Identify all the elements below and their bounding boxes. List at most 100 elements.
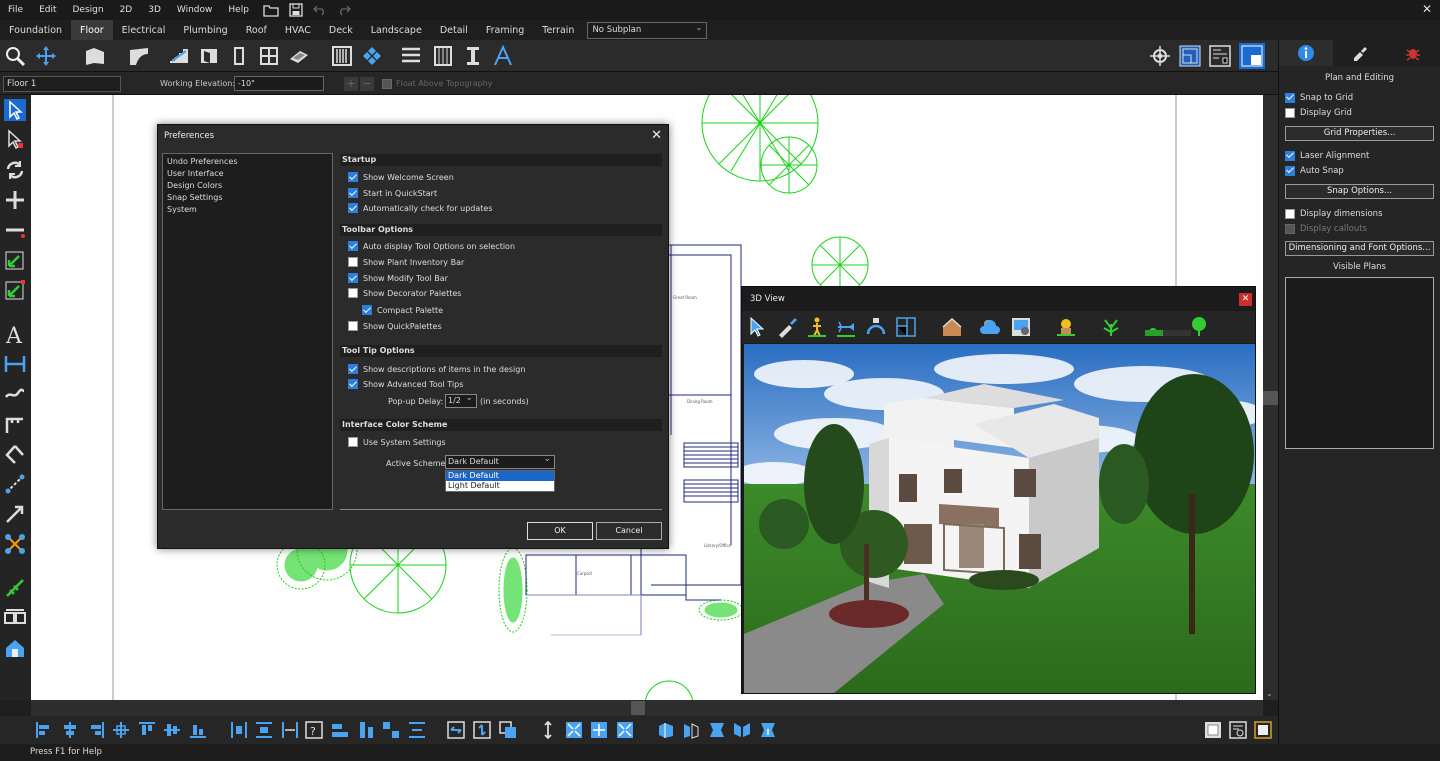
tab-hvac[interactable]: HVAC — [276, 20, 320, 40]
auto-display-checkbox[interactable] — [348, 241, 358, 251]
tree-undo-preferences[interactable]: Undo Preferences — [167, 156, 328, 168]
vertical-scrollbar[interactable]: ⌄ — [1263, 95, 1278, 700]
align-left-icon[interactable] — [35, 721, 53, 739]
house-info-icon[interactable] — [4, 637, 26, 659]
tree-system[interactable]: System — [167, 204, 328, 216]
active-scheme-select[interactable]: Dark Default — [445, 453, 555, 469]
fullscreen-icon[interactable] — [1254, 721, 1272, 739]
resize-in-icon[interactable] — [565, 721, 583, 739]
wall-icon[interactable] — [84, 45, 106, 67]
tab-floor[interactable]: Floor — [71, 20, 113, 40]
resize-out-icon[interactable] — [616, 721, 634, 739]
weather-icon[interactable] — [980, 316, 1002, 338]
plants-icon[interactable] — [4, 577, 26, 599]
room-icon[interactable] — [128, 45, 150, 67]
opt-quickpalettes[interactable]: Show QuickPalettes — [348, 321, 442, 331]
hscroll-thumb[interactable] — [631, 701, 645, 715]
window-swing-icon[interactable] — [733, 721, 751, 739]
snap-to-grid-checkbox[interactable] — [1285, 92, 1295, 103]
shelf-icon[interactable] — [400, 45, 422, 67]
dialog-close-icon[interactable]: ✕ — [651, 125, 662, 147]
opt-modify-toolbar[interactable]: Show Modify Tool Bar — [348, 273, 448, 283]
decorator-checkbox[interactable] — [348, 288, 358, 298]
distribute-h-icon[interactable] — [230, 721, 248, 739]
grid-properties-button[interactable]: Grid Properties... — [1285, 126, 1434, 141]
group-icon[interactable] — [657, 721, 675, 739]
tree-user-interface[interactable]: User Interface — [167, 168, 328, 180]
snap-to-grid-row[interactable]: Snap to Grid — [1279, 90, 1440, 105]
snap-options-button[interactable]: Snap Options... — [1285, 184, 1434, 199]
opt-show-welcome[interactable]: Show Welcome Screen — [348, 172, 454, 182]
text-icon[interactable]: A — [4, 323, 26, 345]
measure-icon[interactable] — [4, 383, 26, 405]
align-center-v-icon[interactable] — [61, 721, 79, 739]
flip-v-icon[interactable] — [473, 721, 491, 739]
laser-alignment-checkbox[interactable] — [1285, 150, 1295, 161]
node-edit-icon[interactable] — [4, 533, 26, 555]
split-view-icon[interactable] — [1239, 43, 1265, 69]
flip-h-icon[interactable] — [447, 721, 465, 739]
menu-3d[interactable]: 3D — [140, 0, 169, 20]
show-desc-checkbox[interactable] — [348, 364, 358, 374]
3d-view-close-icon[interactable]: ✕ — [1239, 293, 1252, 306]
visible-plans-list[interactable] — [1285, 277, 1434, 449]
tab-electrical[interactable]: Electrical — [113, 20, 175, 40]
orbit-icon[interactable] — [865, 316, 887, 338]
opt-use-system[interactable]: Use System Settings — [348, 437, 446, 447]
plant-inventory-checkbox[interactable] — [348, 257, 358, 267]
door-swing-icon[interactable] — [708, 721, 726, 739]
arrow-line-icon[interactable] — [4, 503, 26, 525]
auto-snap-checkbox[interactable] — [1285, 165, 1295, 176]
opening-icon[interactable] — [228, 45, 250, 67]
menu-design[interactable]: Design — [65, 0, 112, 20]
save-icon[interactable] — [289, 3, 303, 17]
opt-auto-display[interactable]: Auto display Tool Options on selection — [348, 241, 515, 251]
display-dimensions-checkbox[interactable] — [1285, 208, 1295, 219]
stretch-icon[interactable] — [539, 721, 557, 739]
laser-alignment-row[interactable]: Laser Alignment — [1279, 148, 1440, 163]
display-grid-row[interactable]: Display Grid — [1279, 105, 1440, 120]
line-angle-icon[interactable] — [4, 443, 26, 465]
align-tools-icon[interactable] — [4, 607, 26, 629]
plan-view-icon[interactable] — [1179, 45, 1201, 67]
opt-plant-inventory[interactable]: Show Plant Inventory Bar — [348, 257, 464, 267]
opt-start-quickstart[interactable]: Start in QuickStart — [348, 188, 437, 198]
align-center-icon[interactable] — [112, 721, 130, 739]
plant-age-slider[interactable] — [1145, 316, 1207, 338]
make-same-size-icon[interactable] — [382, 721, 400, 739]
resize-center-icon[interactable] — [590, 721, 608, 739]
subplan-select[interactable]: No Subplan — [587, 21, 708, 39]
sun-shadow-icon[interactable] — [1055, 316, 1077, 338]
door-icon[interactable] — [198, 45, 220, 67]
menu-window[interactable]: Window — [169, 0, 221, 20]
flyover-icon[interactable] — [835, 316, 857, 338]
edit-green-icon[interactable] — [4, 249, 26, 271]
scheme-option-light[interactable]: Light Default — [446, 481, 554, 491]
window-close-icon[interactable]: ✕ — [1422, 2, 1432, 16]
print-preview-icon[interactable] — [1229, 721, 1247, 739]
working-elevation-input[interactable]: -10" — [234, 76, 324, 91]
menu-edit[interactable]: Edit — [31, 0, 64, 20]
distribute-v-icon[interactable] — [255, 721, 273, 739]
make-same-height-icon[interactable] — [357, 721, 375, 739]
start-quickstart-checkbox[interactable] — [348, 188, 358, 198]
walkthrough-icon[interactable] — [806, 316, 828, 338]
quickpalettes-checkbox[interactable] — [348, 321, 358, 331]
align-top-icon[interactable] — [138, 721, 156, 739]
tab-roof[interactable]: Roof — [237, 20, 276, 40]
tree-snap-settings[interactable]: Snap Settings — [167, 192, 328, 204]
3d-select-icon[interactable] — [746, 316, 768, 338]
opt-compact[interactable]: Compact Palette — [362, 305, 443, 315]
transform-icon[interactable] — [4, 279, 26, 301]
select-objects-icon[interactable] — [4, 129, 26, 151]
tab-plumbing[interactable]: Plumbing — [174, 20, 236, 40]
dimension-icon[interactable] — [4, 353, 26, 375]
align-middle-icon[interactable] — [163, 721, 181, 739]
add-icon[interactable] — [4, 189, 26, 211]
scheme-option-dark[interactable]: Dark Default — [446, 471, 554, 481]
3d-render-viewport[interactable] — [744, 344, 1255, 693]
menu-file[interactable]: File — [0, 0, 31, 20]
space-question-icon[interactable]: ? — [305, 721, 323, 739]
zoom-icon[interactable] — [4, 45, 26, 67]
show-welcome-checkbox[interactable] — [348, 172, 358, 182]
